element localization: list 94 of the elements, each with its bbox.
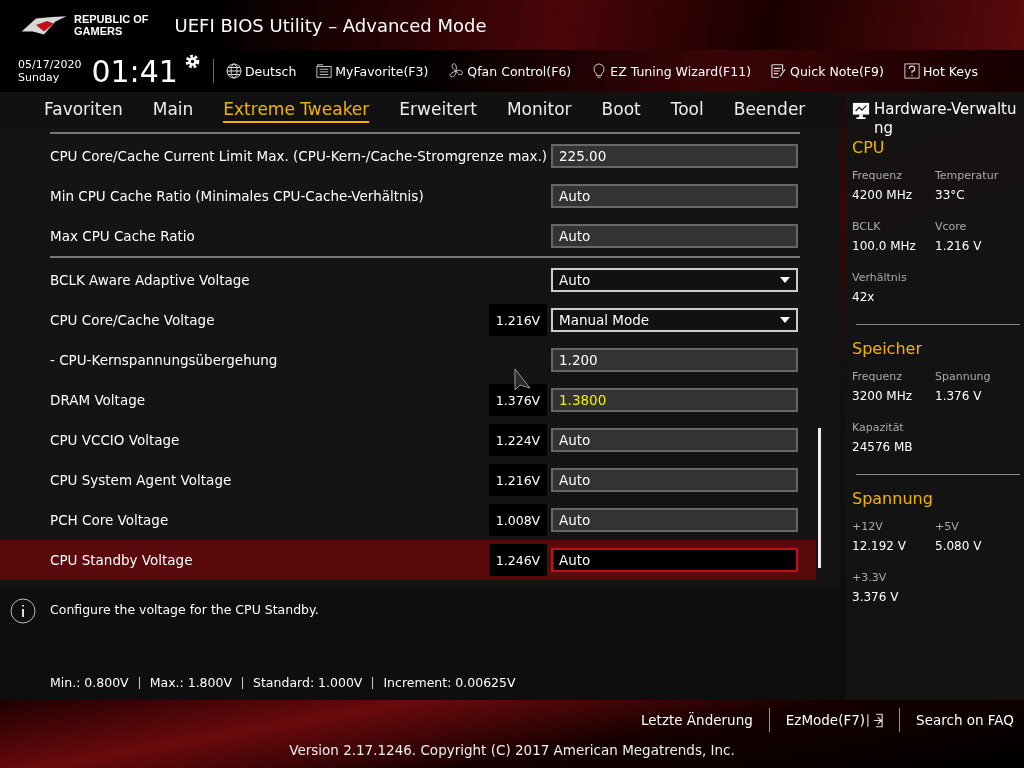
setting-row[interactable]: CPU Core/Cache Current Limit Max. (CPU-Kern-/Cache-Stromgrenze max.) 225.00 [0, 136, 816, 176]
date-text: 05/17/2020 [18, 58, 82, 71]
setting-row[interactable]: BCLK Aware Adaptive Voltage Auto [0, 260, 816, 300]
setting-row[interactable]: - CPU-Kernspannungsübergehung 1.200 [0, 340, 816, 380]
setting-row[interactable]: DRAM Voltage 1.376V 1.3800 [0, 380, 816, 420]
limit-text: Standard: 1.000V [253, 675, 363, 690]
setting-label: DRAM Voltage [50, 392, 147, 408]
setting-label: PCH Core Voltage [50, 512, 170, 528]
menu-tab[interactable]: Boot [601, 97, 641, 123]
sensor-label: Vcore [935, 220, 968, 233]
setting-row[interactable]: CPU System Agent Voltage 1.216V Auto [0, 460, 816, 500]
input-field[interactable]: Auto [551, 508, 798, 532]
setting-row[interactable]: CPU Core/Cache Voltage 1.216V Manual Mode [0, 300, 816, 340]
sensor-label: +5V [935, 520, 960, 533]
section-title: Speicher [852, 339, 923, 358]
voltage-reading: 1.246V [489, 544, 547, 576]
menu-tab[interactable]: Extreme Tweaker [223, 97, 370, 123]
toolbar-button[interactable]: EZ Tuning Wizard(F11) [591, 63, 752, 79]
input-field[interactable]: Auto [551, 468, 798, 492]
menu-tab[interactable]: Favoriten [44, 97, 123, 123]
section-title: CPU [852, 138, 886, 157]
setting-label: CPU VCCIO Voltage [50, 432, 181, 448]
sensor-value: 12.192 V [852, 539, 907, 553]
help-text: Configure the voltage for the CPU Standby. [50, 602, 319, 617]
input-field[interactable]: Auto [551, 428, 798, 452]
menu-tab[interactable]: Main [152, 97, 194, 123]
voltage-reading: 1.376V [489, 384, 547, 416]
limit-text: Increment: 0.00625V [383, 675, 516, 690]
footer-link[interactable]: Letzte Änderung [641, 712, 753, 728]
panel-title: Hardware-Verwaltung [874, 100, 1018, 138]
sensor-label: Verhältnis [852, 271, 908, 284]
menu-tab[interactable]: Tool [670, 97, 704, 123]
setting-label: CPU Standby Voltage [50, 552, 194, 568]
sensor-value: 42x [852, 290, 876, 304]
voltage-reading: 1.224V [489, 424, 547, 456]
menu-tab[interactable]: Beender [733, 97, 806, 123]
input-field[interactable]: 225.00 [551, 144, 798, 168]
dropdown[interactable]: Auto [551, 268, 798, 292]
sensor-label: +12V [852, 520, 884, 533]
sensor-value: 3.376 V [852, 590, 900, 604]
sensor-label: Kapazität [852, 421, 905, 434]
setting-row[interactable]: Max CPU Cache Ratio Auto [0, 216, 816, 256]
setting-row[interactable]: CPU VCCIO Voltage 1.224V Auto [0, 420, 816, 460]
brand-name: REPUBLIC OF [74, 13, 149, 25]
sensor-value: 24576 MB [852, 440, 914, 454]
input-field[interactable]: Auto [551, 184, 798, 208]
brand-name: GAMERS [74, 25, 124, 37]
section-title: Spannung [852, 489, 934, 508]
menu-tab[interactable]: Erweitert [399, 97, 477, 123]
sensor-value: 1.216 V [935, 239, 983, 253]
setting-label: - CPU-Kernspannungsübergehung [50, 352, 279, 368]
setting-row[interactable]: PCH Core Voltage 1.008V Auto [0, 500, 816, 540]
sensor-value: 100.0 MHz [852, 239, 917, 253]
setting-label: Min CPU Cache Ratio (Minimales CPU-Cache-Verhältnis) [50, 188, 425, 204]
toolbar-button[interactable]: Qfan Control(F6) [448, 63, 572, 79]
dropdown[interactable]: Manual Mode [551, 308, 798, 332]
sensor-label: Frequenz [852, 169, 904, 182]
sensor-value: 1.376 V [935, 389, 983, 403]
footer-link[interactable]: Search on FAQ [916, 712, 1014, 728]
version-text: Version 2.17.1246. Copyright (C) 2017 American Megatrends, Inc. [288, 742, 736, 758]
setting-label: CPU Core/Cache Voltage [50, 312, 216, 328]
sensor-value: 33°C [935, 188, 966, 202]
footer-link[interactable]: EzMode(F7) [785, 712, 884, 728]
input-field[interactable]: 1.3800 [551, 388, 798, 412]
limit-text: Min.: 0.800V [50, 675, 129, 690]
setting-label: Max CPU Cache Ratio [50, 228, 196, 244]
toolbar-button[interactable]: MyFavorite(F3) [316, 63, 429, 79]
sensor-value: 4200 MHz [852, 188, 914, 202]
voltage-reading: 1.216V [489, 304, 547, 336]
menu-tab[interactable]: Monitor [506, 97, 572, 123]
toolbar-button[interactable]: Quick Note(F9) [771, 63, 884, 79]
input-field[interactable]: 1.200 [551, 348, 798, 372]
input-field[interactable]: Auto [551, 548, 798, 572]
input-field[interactable]: Auto [551, 224, 798, 248]
setting-label: CPU System Agent Voltage [50, 472, 233, 488]
sensor-label: Spannung [935, 370, 992, 383]
setting-label: CPU Core/Cache Current Limit Max. (CPU-Kern-/Cache-Stromgrenze max.) [50, 148, 549, 164]
sensor-label: +3.3V [852, 571, 888, 584]
selected-setting-row[interactable]: CPU Standby Voltage 1.246V Auto [0, 540, 816, 580]
voltage-reading: 1.008V [489, 504, 547, 536]
sensor-value: 3200 MHz [852, 389, 914, 403]
sensor-label: Temperatur [935, 169, 1000, 182]
day-text: Sunday [18, 71, 61, 84]
sensor-label: Frequenz [852, 370, 904, 383]
clock-text: 01:41 [91, 53, 178, 89]
toolbar-button[interactable]: Hot Keys [903, 63, 978, 79]
voltage-reading: 1.216V [489, 464, 547, 496]
limit-text: Max.: 1.800V [149, 675, 233, 690]
sensor-value: 5.080 V [935, 539, 983, 553]
setting-row[interactable]: Min CPU Cache Ratio (Minimales CPU-Cache-Verhältnis) Auto [0, 176, 816, 216]
toolbar-button[interactable]: Deutsch [225, 63, 297, 79]
sensor-label: BCLK [852, 220, 882, 233]
setting-label: BCLK Aware Adaptive Voltage [50, 272, 251, 288]
window-title: UEFI BIOS Utility – Advanced Mode [174, 14, 487, 36]
